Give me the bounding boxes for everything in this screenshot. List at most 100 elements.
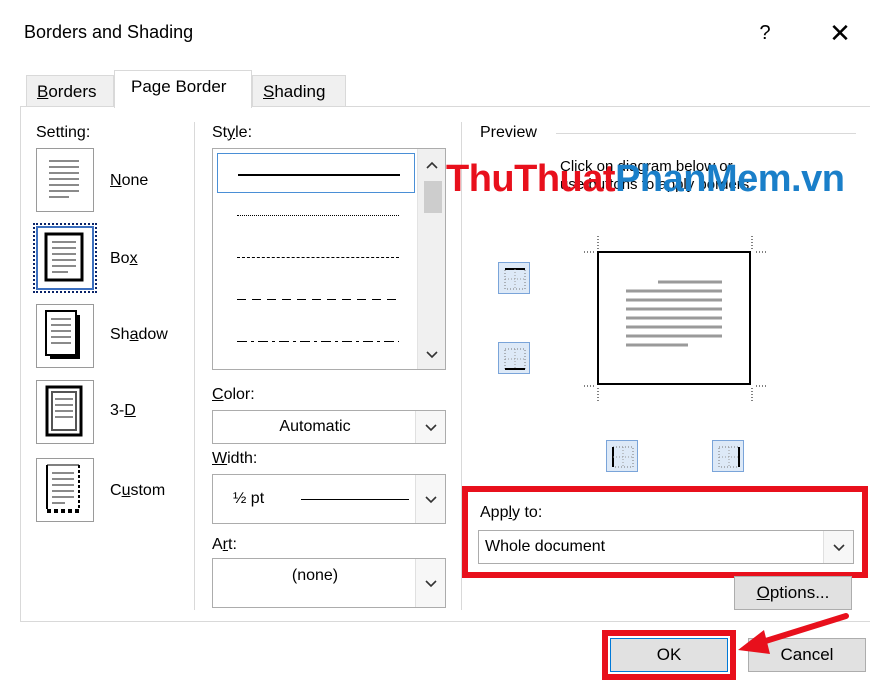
bottom-border-button[interactable] [498, 342, 530, 374]
accel: N [110, 172, 122, 189]
style-listbox[interactable] [212, 148, 446, 370]
annotation-arrow-icon [734, 604, 854, 664]
apply-to-value: Whole document [485, 538, 606, 555]
color-select[interactable]: Automatic [212, 410, 446, 444]
accel: W [212, 450, 228, 467]
line-sample [238, 174, 400, 176]
setting-shadow-label[interactable]: Shadow [110, 326, 168, 344]
setting-custom-thumb[interactable] [36, 458, 94, 522]
style-option-dashed-small[interactable] [217, 237, 415, 277]
border-right-icon [718, 446, 740, 468]
tab-label-accel: g [151, 77, 162, 96]
page-custom-icon [46, 464, 80, 513]
label-text: idth: [227, 450, 258, 467]
setting-shadow-thumb[interactable] [36, 304, 94, 368]
label-text: t: [228, 536, 237, 553]
tab-borders[interactable]: Borders [26, 75, 114, 107]
scroll-up-icon[interactable] [425, 157, 439, 175]
label-text: App [480, 504, 509, 521]
page-none-icon [49, 160, 79, 198]
accel: x [129, 250, 138, 267]
separator [194, 122, 195, 610]
chevron-down-icon[interactable] [823, 531, 853, 563]
style-option-dashed[interactable] [217, 279, 415, 319]
preview-diagram[interactable] [570, 230, 770, 408]
color-value: Automatic [279, 418, 351, 435]
label-text: ptions... [769, 583, 830, 602]
watermark-part: PhanMem [615, 158, 792, 200]
close-button[interactable]: ✕ [822, 16, 858, 52]
label-text: le: [235, 124, 253, 141]
art-value: (none) [291, 567, 339, 584]
page-3d-icon [45, 385, 83, 437]
label-text: one [121, 172, 149, 189]
setting-box-thumb[interactable] [33, 223, 97, 293]
label-text: 3- [110, 402, 125, 419]
help-button[interactable]: ? [750, 18, 780, 48]
border-left-icon [612, 446, 634, 468]
accel: O [756, 583, 770, 602]
chevron-down-icon[interactable] [415, 475, 445, 523]
preview-label: Preview [480, 124, 537, 141]
line-sample [237, 341, 399, 342]
setting-3d-label[interactable]: 3-D [110, 402, 136, 420]
style-option-solid[interactable] [217, 153, 415, 193]
line-sample [237, 257, 399, 258]
label-text: olor: [223, 386, 255, 403]
left-border-button[interactable] [606, 440, 638, 472]
line-sample [237, 215, 399, 216]
chevron-down-icon[interactable] [415, 411, 445, 443]
width-label: Width: [212, 450, 257, 468]
tab-label: hading [274, 82, 326, 101]
chevron-down-icon[interactable] [415, 559, 445, 607]
apply-to-select[interactable]: Whole document [478, 530, 854, 564]
tab-label: e Border [161, 77, 227, 96]
tab-label-accel: B [37, 82, 49, 101]
label-text: dow [138, 326, 168, 343]
width-line-sample [301, 499, 409, 500]
accel: D [124, 402, 136, 419]
scroll-thumb[interactable] [424, 181, 442, 213]
art-select[interactable]: (none) [212, 558, 446, 608]
page-box-icon [44, 232, 84, 282]
style-option-dash-dot[interactable] [217, 321, 415, 361]
setting-none-label[interactable]: None [110, 172, 148, 190]
label-text: Bo [110, 250, 130, 267]
style-label: Style: [212, 124, 252, 142]
page-preview-icon [584, 236, 768, 402]
width-select[interactable]: ½ pt [212, 474, 446, 524]
watermark-part: .vn [791, 158, 845, 200]
style-option-dotted[interactable] [217, 195, 415, 235]
top-border-button[interactable] [498, 262, 530, 294]
border-bottom-icon [504, 348, 526, 370]
tab-page-border[interactable]: Page Border [114, 70, 252, 108]
scroll-down-icon[interactable] [425, 347, 439, 365]
setting-none-thumb[interactable] [36, 148, 94, 212]
color-label: Color: [212, 386, 255, 404]
setting-custom-label[interactable]: Custom [110, 482, 165, 500]
tab-label: orders [48, 82, 97, 101]
right-border-button[interactable] [712, 440, 744, 472]
preview-divider [556, 133, 856, 134]
border-top-icon [504, 268, 526, 290]
label-text: A [212, 536, 223, 553]
setting-box-label[interactable]: Box [110, 250, 138, 268]
page-shadow-icon [45, 310, 80, 359]
setting-label: Setting: [36, 124, 91, 141]
line-sample [237, 299, 399, 300]
label-text: stom [130, 482, 166, 499]
label-text: St [212, 124, 228, 141]
tab-shading[interactable]: Shading [252, 75, 346, 107]
tab-label-accel: S [263, 82, 275, 101]
style-scrollbar[interactable] [417, 149, 445, 369]
label-text: Sh [110, 326, 130, 343]
setting-3d-thumb[interactable] [36, 380, 94, 444]
label-text: y to: [512, 504, 543, 521]
watermark-text: ThuThuatPhanMem.vn [446, 158, 845, 201]
title-bar: Borders and Shading ? ✕ [0, 0, 870, 68]
label-text: C [110, 482, 122, 499]
accel: C [212, 386, 224, 403]
ok-button[interactable]: OK [610, 638, 728, 672]
accel: y [227, 124, 236, 141]
watermark-part: ThuThuat [446, 158, 616, 200]
